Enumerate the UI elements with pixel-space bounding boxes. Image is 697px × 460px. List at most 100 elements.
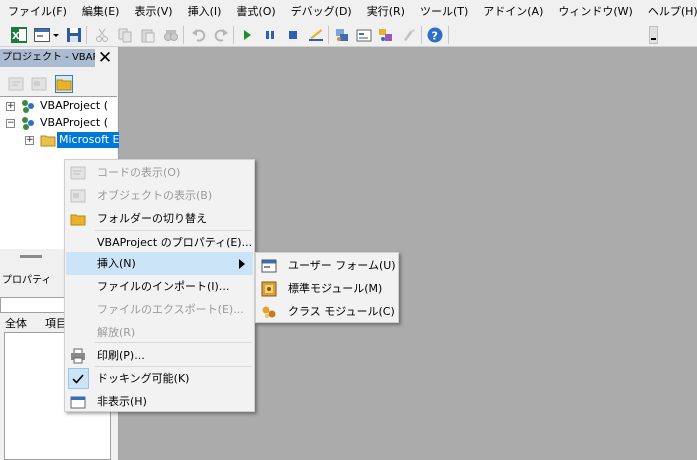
menu-item-label: 挿入(N) [97,257,136,270]
project-pane-title: プロジェクト - VBAProj [0,49,95,67]
menu-item-label: 標準モジュール(M) [288,282,383,295]
check-icon [70,371,86,387]
submenu-item-standard-module[interactable]: 標準モジュール(M) [257,277,397,300]
menu-addins[interactable]: アドイン(A) [475,1,550,23]
menu-item-insert[interactable]: 挿入(N) [66,252,253,275]
code-icon [70,165,86,181]
menu-item-label: フォルダーの切り替え [97,212,207,225]
svg-text:X: X [12,31,20,42]
menu-item-label: VBAProject のプロパティ(E)... [97,236,253,249]
tree-node-label: Microsoft E [57,132,119,148]
tree-node-label: VBAProject ( [40,116,109,129]
menu-item-label: 印刷(P)... [97,349,145,362]
close-icon[interactable]: ✕ [95,49,115,67]
userform-icon [261,258,277,274]
cut-icon[interactable] [94,27,110,43]
expand-icon[interactable]: + [6,102,15,111]
menu-item-project-properties[interactable]: VBAProject のプロパティ(E)... [66,231,253,254]
tree-node-label: VBAProject ( [40,99,109,112]
toolbar-separator [328,26,329,44]
toolbar-options-button[interactable] [649,26,658,44]
menu-item-label: ドッキング可能(K) [97,372,190,385]
toggle-folders-icon[interactable] [55,75,73,93]
menu-item-label: ファイルのインポート(I)... [97,280,230,293]
menu-help[interactable]: ヘルプ(H) [640,1,697,23]
toolbar-separator [448,26,449,44]
module-icon [261,281,277,297]
toolbar-separator [233,26,234,44]
menu-item-remove[interactable]: 解放(R) [66,321,253,344]
submenu-arrow-icon [239,259,245,269]
save-icon[interactable] [66,27,82,43]
tree-node-vbaproject-1[interactable]: + VBAProject ( [0,98,117,114]
menu-item-export-file[interactable]: ファイルのエクスポート(E)... [66,298,253,321]
menu-file[interactable]: ファイル(F) [0,1,74,23]
tab-alphabetic[interactable]: 全体 [5,317,27,331]
menu-item-dockable[interactable]: ドッキング可能(K) [66,367,253,390]
menu-insert[interactable]: 挿入(I) [180,1,229,23]
menu-edit[interactable]: 編集(E) [74,1,127,23]
tree-node-microsoft-excel-objects[interactable]: + Microsoft E [0,132,119,148]
tree-node-vbaproject-2[interactable]: − VBAProject ( [0,115,117,131]
menu-run[interactable]: 実行(R) [359,1,412,23]
project-explorer-icon[interactable] [334,27,350,43]
copy-icon[interactable] [117,27,133,43]
scrollbar-thumb[interactable] [20,255,42,258]
hide-window-icon [70,394,86,410]
project-pane-toolbar [0,70,118,97]
menu-item-print[interactable]: 印刷(P)... [66,344,253,367]
reset-icon[interactable] [285,27,301,43]
toolbar-separator [86,26,87,44]
folder-icon [40,132,56,153]
toolbox-icon[interactable] [401,27,417,43]
menu-separator [95,342,252,343]
menu-window[interactable]: ウィンドウ(W) [550,1,639,23]
menu-item-toggle-folders[interactable]: フォルダーの切り替え [66,207,253,230]
menu-item-label: オブジェクトの表示(B) [97,189,213,202]
menu-item-label: コードの表示(O) [97,166,181,179]
help-icon[interactable]: ? [427,27,443,43]
menu-item-label: ユーザー フォーム(U) [288,259,396,272]
menu-format[interactable]: 書式(O) [228,1,282,23]
submenu-item-userform[interactable]: ユーザー フォーム(U) [257,254,397,277]
collapse-icon[interactable]: − [6,119,15,128]
expand-icon[interactable]: + [25,136,34,145]
object-browser-icon[interactable] [378,27,394,43]
menu-item-hide[interactable]: 非表示(H) [66,390,253,413]
break-icon[interactable] [262,27,278,43]
redo-icon[interactable] [213,27,229,43]
menu-item-label: ファイルのエクスポート(E)... [97,303,244,316]
menu-tools[interactable]: ツール(T) [412,1,475,23]
menu-item-label: クラス モジュール(C) [288,305,395,318]
class-module-icon [261,304,277,320]
svg-text:?: ? [432,30,438,43]
menu-bar: ファイル(F) 編集(E) 表示(V) 挿入(I) 書式(O) デバッグ(D) … [0,0,697,24]
toolbar-separator [421,26,422,44]
menu-view[interactable]: 表示(V) [126,1,179,23]
excel-icon[interactable]: X [11,27,27,43]
context-menu: コードの表示(O) オブジェクトの表示(B) フォルダーの切り替え VBAPro… [64,159,255,412]
insert-userform-icon[interactable] [34,27,50,43]
design-mode-icon[interactable] [308,27,324,43]
menu-debug[interactable]: デバッグ(D) [283,1,359,23]
standard-toolbar: X ? [0,24,697,47]
find-icon[interactable] [163,27,179,43]
undo-icon[interactable] [191,27,207,43]
view-object-icon[interactable] [30,75,48,93]
chevron-down-icon[interactable] [52,27,60,43]
menu-item-label: 非表示(H) [97,395,147,408]
print-icon [70,348,86,364]
toolbar-separator [183,26,184,44]
menu-item-view-object[interactable]: オブジェクトの表示(B) [66,184,253,207]
insert-submenu: ユーザー フォーム(U) 標準モジュール(M) クラス モジュール(C) [255,252,399,323]
properties-icon[interactable] [356,27,372,43]
menu-item-import-file[interactable]: ファイルのインポート(I)... [66,275,253,298]
folder-icon [70,211,86,227]
object-icon [70,188,86,204]
menu-item-view-code[interactable]: コードの表示(O) [66,161,253,184]
submenu-item-class-module[interactable]: クラス モジュール(C) [257,300,397,323]
view-code-icon[interactable] [7,75,25,93]
paste-icon[interactable] [140,27,156,43]
run-icon[interactable] [239,27,255,43]
menu-item-label: 解放(R) [97,326,136,339]
